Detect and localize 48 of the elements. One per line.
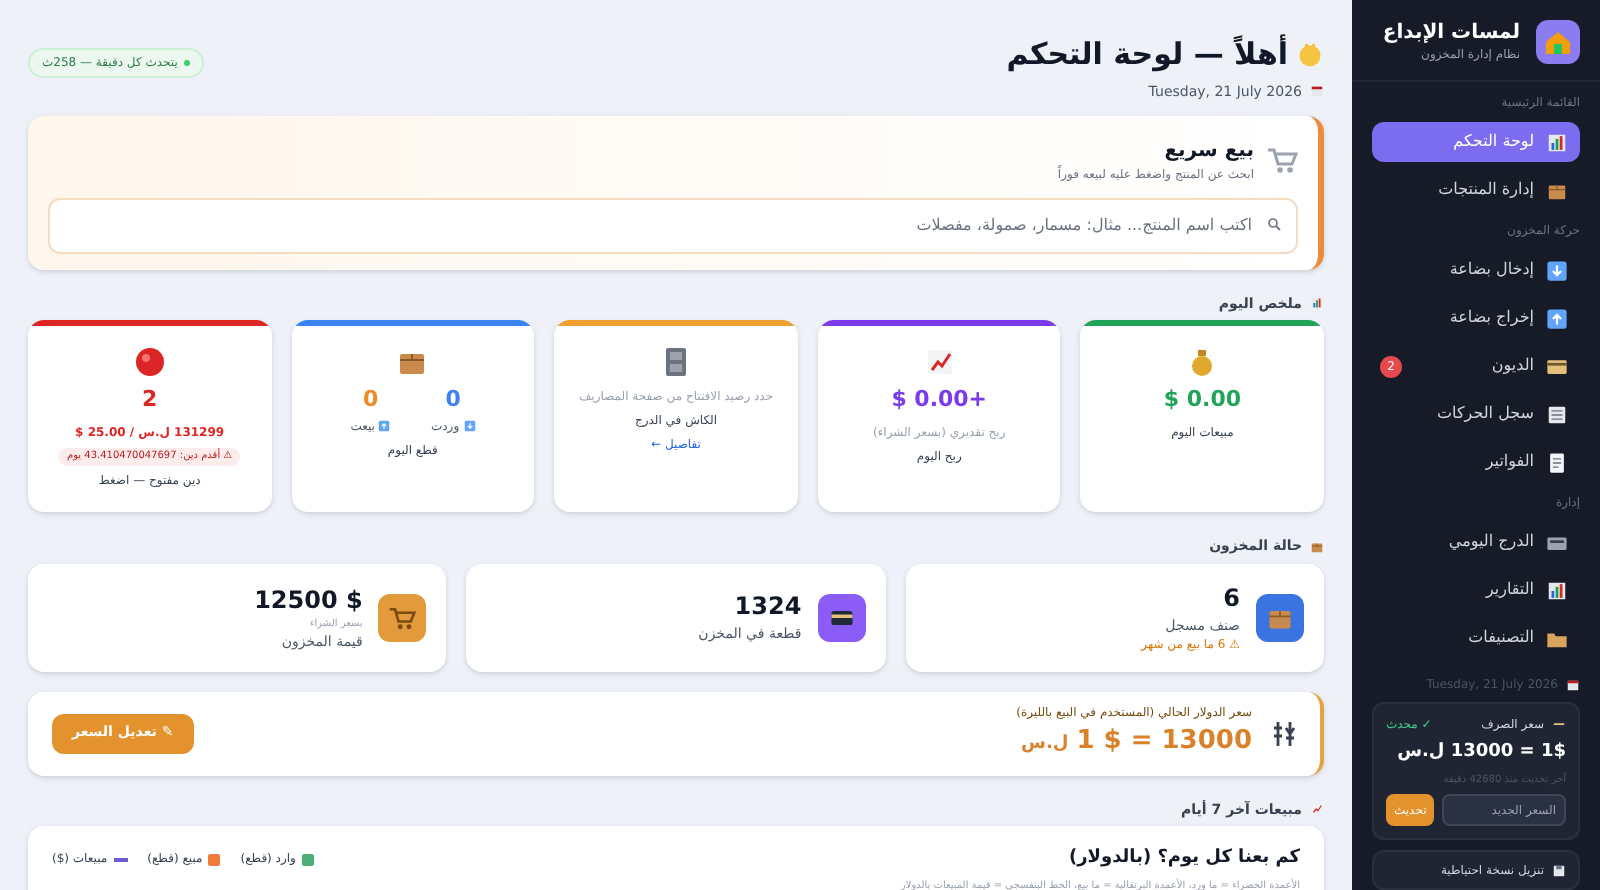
page-title: أهلاً — لوحة التحكم <box>1006 32 1288 76</box>
nav-item[interactable]: إخراج بضاعة <box>1372 298 1580 338</box>
stat-value: $ 0.00+ <box>891 384 988 416</box>
nav-item[interactable]: التقارير <box>1372 570 1580 610</box>
cart-icon <box>1266 144 1298 176</box>
nav-item[interactable]: لوحة التحكم <box>1372 122 1580 162</box>
bar-chart-icon <box>1546 579 1568 601</box>
stat-value: 6 <box>1221 581 1240 616</box>
chart-title: كم بعنا كل يوم؟ (بالدولار) <box>1069 846 1300 872</box>
stat-value: 0 <box>363 384 379 416</box>
calendar-icon <box>1310 84 1324 99</box>
bar-chart-icon <box>1310 296 1324 311</box>
line-chart-icon <box>1310 802 1324 817</box>
list-icon <box>1546 403 1568 425</box>
bar-chart-icon <box>1546 131 1568 153</box>
arrow-down-icon <box>1546 259 1568 281</box>
nav-item[interactable]: إدارة المنتجات <box>1372 170 1580 210</box>
currency-unit: ل.س <box>1021 732 1069 759</box>
section-title: بيع سريع <box>1162 138 1254 166</box>
arrow-down-icon <box>463 420 476 432</box>
currency-icon <box>1268 717 1300 749</box>
rate-value: 1 $ = 13000 <box>1076 724 1252 761</box>
tile-icon <box>1256 593 1304 641</box>
rate-value: 1$ = 13000 ل.س <box>1395 740 1566 767</box>
search-icon <box>1266 216 1282 232</box>
stat-value: $ 0.00 <box>1163 384 1242 416</box>
circle-icon <box>133 346 166 378</box>
line-chart-icon <box>923 346 956 378</box>
tile-icon <box>378 593 427 641</box>
search-field[interactable]: اكتب اسم المنتج... مثال: مسمار، صمولة، مفصلات <box>48 197 1298 253</box>
nav-item[interactable]: الفواتير <box>1372 442 1580 482</box>
document-icon <box>1546 451 1568 473</box>
house-logo-icon <box>1536 20 1580 64</box>
nav-item[interactable]: سجل الحركات <box>1372 394 1580 434</box>
stat-value: $ 12500 <box>254 583 363 617</box>
nav-item[interactable]: إدخال بضاعة <box>1372 250 1580 290</box>
arrow-up-icon <box>378 420 391 432</box>
nav-item[interactable]: الدرج اليومي <box>1372 522 1580 562</box>
arrow-up-icon <box>1546 307 1568 329</box>
stat-value: 1324 <box>732 590 802 625</box>
brand-title: لمسات الإبداع <box>1382 22 1520 47</box>
calendar-icon <box>1566 678 1580 693</box>
box-icon <box>1310 539 1324 554</box>
nav-item[interactable]: التصنيفات <box>1372 618 1580 658</box>
stat-value: 0 <box>445 384 461 416</box>
card-icon <box>1546 355 1568 377</box>
tile-icon <box>817 593 866 641</box>
stat-value: 2 <box>142 384 158 416</box>
